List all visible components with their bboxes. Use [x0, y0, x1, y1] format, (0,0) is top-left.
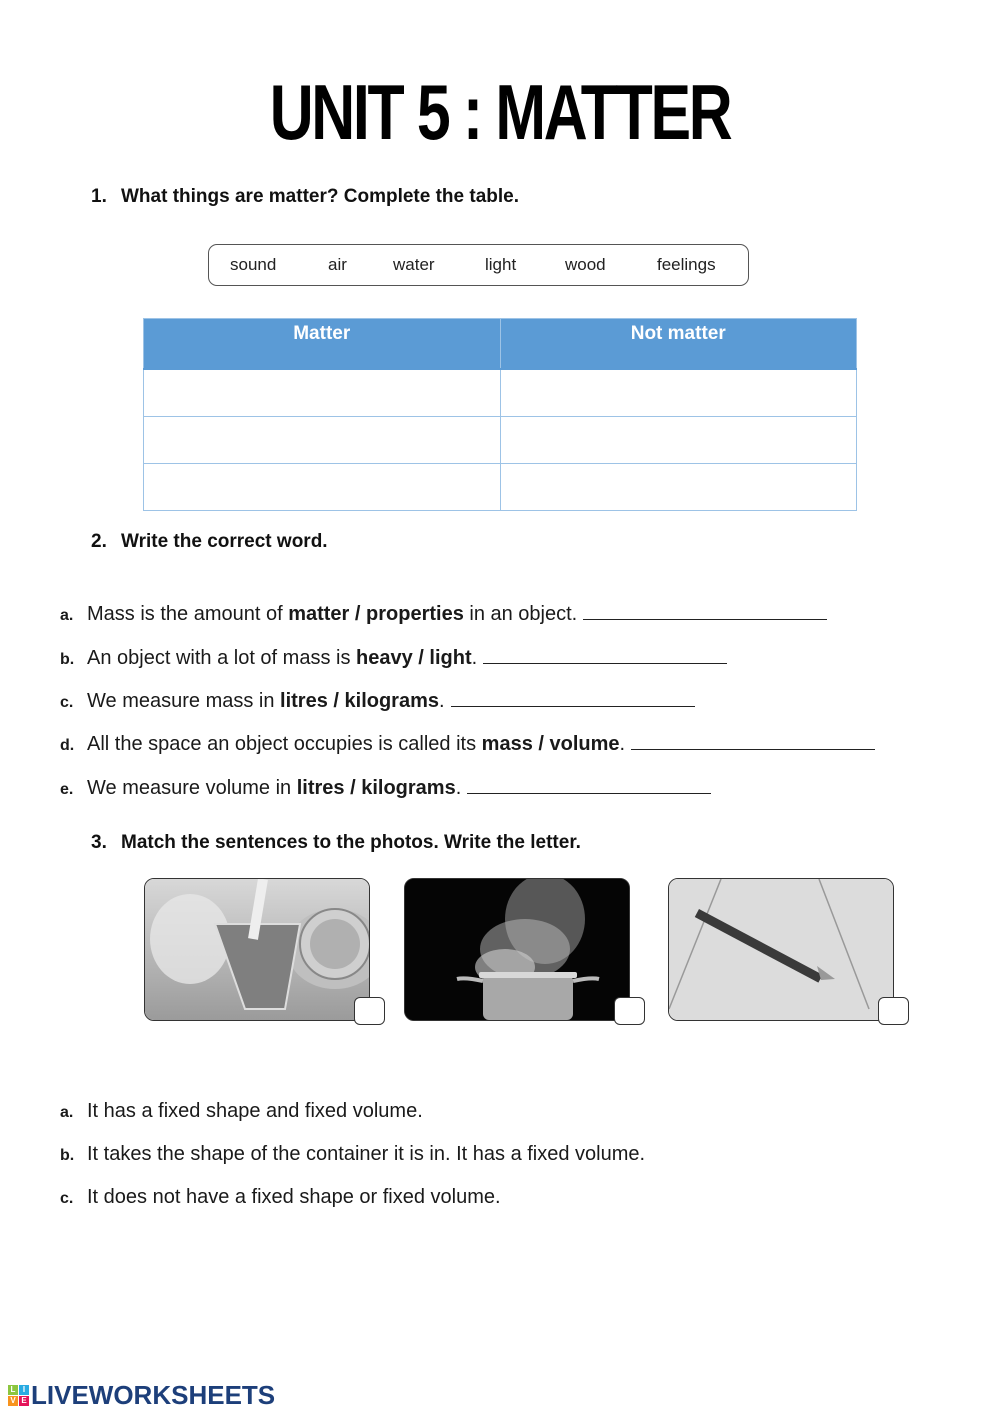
option-1: matter [288, 603, 350, 625]
option-separator: / [412, 647, 430, 669]
sentence-c: c. It does not have a fixed shape or fixe… [60, 1186, 501, 1209]
item-text: We measure volume in [87, 777, 297, 799]
option-separator: / [327, 690, 345, 712]
option-1: litres [296, 777, 345, 799]
sentence-a: a. It has a fixed shape and fixed volume. [60, 1100, 423, 1123]
question-2-heading: 2. Write the correct word. [91, 531, 328, 553]
sentence-b: b. It takes the shape of the container it… [60, 1143, 645, 1166]
answer-box-photo-2[interactable] [614, 997, 645, 1025]
juice-glass-photo [144, 878, 370, 1021]
answer-box-photo-1[interactable] [354, 997, 385, 1025]
logo-block: E [19, 1396, 29, 1406]
sentence-text: It has a fixed shape and fixed volume. [87, 1100, 423, 1122]
answer-box-photo-3[interactable] [878, 997, 909, 1025]
pencil-image [669, 879, 893, 1020]
not-matter-cell[interactable] [499, 463, 857, 511]
question-text: What things are matter? Complete the tab… [121, 186, 519, 207]
word-choice-item-c: c. We measure mass in litres / kilograms. [60, 688, 695, 713]
liveworksheets-logo[interactable]: L I V E LIVEWORKSHEETS [8, 1380, 275, 1411]
option-1: mass [481, 733, 533, 755]
item-text: An object with a lot of mass is [87, 647, 357, 669]
page-title: UNIT 5 : MATTER [269, 68, 733, 156]
question-number: 1. [91, 186, 107, 207]
logo-block: L [8, 1385, 18, 1395]
steaming-pot-photo [404, 878, 630, 1021]
word-bank-item[interactable]: sound [230, 255, 276, 275]
item-letter: a. [60, 607, 74, 624]
not-matter-cell[interactable] [499, 416, 857, 464]
option-2: kilograms [361, 777, 456, 799]
word-choice-item-a: a. Mass is the amount of matter / propert… [60, 601, 828, 626]
word-bank-item[interactable]: water [393, 255, 435, 275]
answer-blank[interactable] [631, 731, 876, 750]
question-3-heading: 3. Match the sentences to the photos. Wri… [91, 832, 581, 854]
option-separator: / [349, 603, 367, 625]
word-bank-item[interactable]: light [485, 255, 516, 275]
table-row [143, 368, 857, 417]
sentence-text: It does not have a fixed shape or fixed … [87, 1186, 501, 1208]
option-2: volume [549, 733, 620, 755]
item-text: All the space an object occupies is call… [87, 733, 482, 755]
item-text: . [471, 647, 478, 669]
option-separator: / [344, 777, 362, 799]
pencil-photo [668, 878, 894, 1021]
logo-block: I [19, 1385, 29, 1395]
option-2: light [429, 647, 472, 669]
item-letter: b. [60, 651, 75, 668]
question-number: 2. [91, 531, 107, 552]
word-bank-item[interactable]: wood [565, 255, 606, 275]
column-header-matter: Matter [143, 318, 501, 370]
sentence-text: It takes the shape of the container it i… [87, 1143, 646, 1165]
word-choice-item-b: b. An object with a lot of mass is heavy … [60, 645, 728, 670]
option-2: kilograms [344, 690, 439, 712]
column-header-not-matter: Not matter [499, 318, 857, 370]
not-matter-cell[interactable] [499, 368, 857, 417]
question-text: Write the correct word. [121, 531, 328, 552]
option-1: heavy [356, 647, 413, 669]
item-text: . [455, 777, 462, 799]
table-row [143, 463, 857, 511]
word-choice-item-d: d. All the space an object occupies is ca… [60, 731, 876, 756]
option-2: properties [366, 603, 464, 625]
question-text: Match the sentences to the photos. Write… [121, 832, 581, 853]
sentence-letter: b. [60, 1147, 75, 1164]
word-choice-item-e: e. We measure volume in litres / kilogram… [60, 775, 712, 800]
option-separator: / [532, 733, 550, 755]
answer-blank[interactable] [467, 775, 712, 794]
live-blocks-icon: L I V E [8, 1385, 29, 1406]
logo-block: V [8, 1396, 18, 1406]
item-text: . [439, 690, 445, 712]
answer-blank[interactable] [450, 688, 695, 707]
sentence-letter: a. [60, 1104, 74, 1121]
sentence-letter: c. [60, 1190, 74, 1207]
answer-blank[interactable] [583, 601, 828, 620]
item-letter: e. [60, 781, 74, 798]
word-bank-item[interactable]: air [328, 255, 347, 275]
item-letter: c. [60, 694, 74, 711]
steaming-pot-image [405, 879, 629, 1020]
item-text: in an object. [463, 603, 578, 625]
matter-cell[interactable] [143, 416, 501, 464]
item-text: We measure mass in [87, 690, 281, 712]
question-number: 3. [91, 832, 107, 853]
question-1-heading: 1. What things are matter? Complete the t… [91, 186, 519, 208]
item-text: Mass is the amount of [87, 603, 289, 625]
matter-table: Matter Not matter [143, 318, 857, 511]
word-bank: sound air water light wood feelings [208, 244, 749, 286]
option-1: litres [280, 690, 328, 712]
juice-glass-image [145, 879, 369, 1020]
matter-cell[interactable] [143, 463, 501, 511]
matter-cell[interactable] [143, 368, 501, 417]
brand-name: LIVEWORKSHEETS [31, 1380, 276, 1410]
word-bank-item[interactable]: feelings [657, 255, 716, 275]
item-text: . [619, 733, 626, 755]
table-row [143, 416, 857, 464]
item-letter: d. [60, 737, 75, 754]
answer-blank[interactable] [483, 645, 728, 664]
